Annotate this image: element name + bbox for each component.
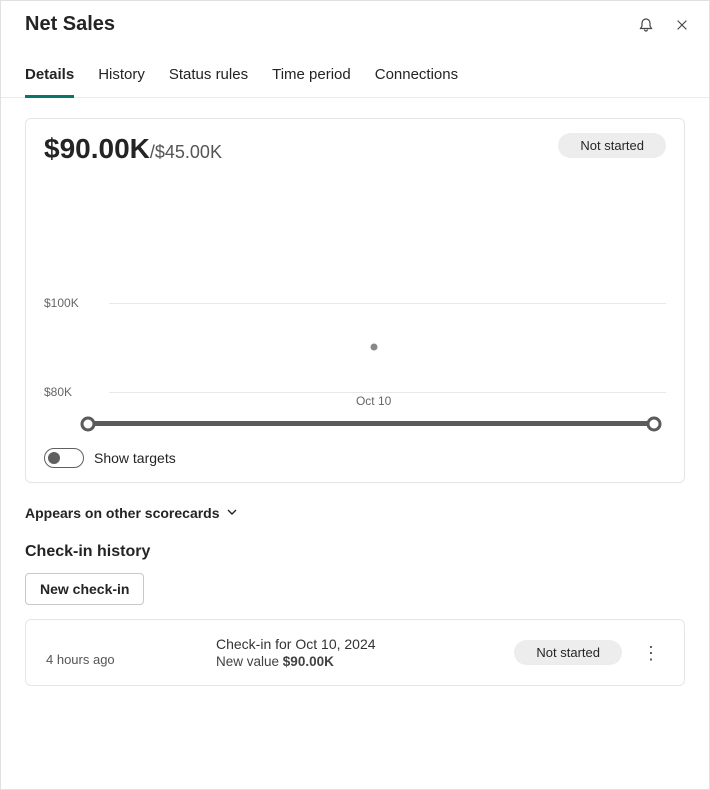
checkin-card: 4 hours ago Check-in for Oct 10, 2024 Ne…	[25, 619, 685, 686]
slider-bar	[88, 421, 654, 426]
checkin-status-badge: Not started	[514, 640, 622, 665]
tab-status-rules[interactable]: Status rules	[169, 56, 248, 98]
slider-handle-right[interactable]	[647, 416, 662, 431]
panel-header: Net Sales	[1, 1, 709, 36]
show-targets-row: Show targets	[44, 448, 666, 468]
time-slider[interactable]	[88, 421, 654, 426]
net-sales-panel: Net Sales Details History Status rules T…	[0, 0, 710, 790]
y-tick-label: $80K	[44, 385, 99, 399]
more-icon[interactable]: ⋮	[638, 642, 664, 664]
other-scorecards-label: Appears on other scorecards	[25, 505, 220, 521]
slider-handle-left[interactable]	[81, 416, 96, 431]
details-card: $90.00K / $45.00K Not started $100K $80K…	[25, 118, 685, 483]
checkin-new-value: $90.00K	[283, 654, 334, 669]
checkin-new-value-line: New value $90.00K	[216, 654, 514, 669]
other-scorecards-toggle[interactable]: Appears on other scorecards	[25, 505, 685, 521]
header-actions	[637, 16, 691, 34]
new-checkin-button[interactable]: New check-in	[25, 573, 144, 605]
notification-icon[interactable]	[637, 16, 655, 34]
target-value: $45.00K	[155, 142, 222, 163]
checkin-relative-time: 4 hours ago	[46, 638, 216, 667]
data-point	[370, 344, 377, 351]
value-row: $90.00K / $45.00K Not started	[44, 133, 666, 165]
checkin-history-heading: Check-in history	[25, 543, 685, 561]
show-targets-label: Show targets	[94, 450, 176, 466]
x-tick-label: Oct 10	[356, 394, 391, 408]
show-targets-toggle[interactable]	[44, 448, 84, 468]
status-badge: Not started	[558, 133, 666, 158]
y-tick-label: $100K	[44, 296, 99, 310]
panel-body: $90.00K / $45.00K Not started $100K $80K…	[1, 98, 709, 706]
tab-connections[interactable]: Connections	[375, 56, 458, 98]
primary-value: $90.00K	[44, 133, 150, 165]
checkin-new-value-label: New value	[216, 654, 279, 669]
page-title: Net Sales	[25, 13, 115, 36]
tab-time-period[interactable]: Time period	[272, 56, 351, 98]
tab-details[interactable]: Details	[25, 56, 74, 98]
toggle-knob	[48, 452, 60, 464]
gridline	[109, 303, 666, 304]
metric-value: $90.00K / $45.00K	[44, 133, 222, 165]
chart: $100K $80K Oct 10	[44, 175, 666, 430]
checkin-right: Not started ⋮	[514, 640, 664, 665]
tab-bar: Details History Status rules Time period…	[1, 56, 709, 98]
tab-history[interactable]: History	[98, 56, 145, 98]
checkin-title: Check-in for Oct 10, 2024	[216, 636, 514, 652]
chevron-down-icon	[226, 505, 238, 521]
checkin-main: Check-in for Oct 10, 2024 New value $90.…	[216, 636, 514, 669]
close-icon[interactable]	[673, 16, 691, 34]
gridline	[109, 392, 666, 393]
